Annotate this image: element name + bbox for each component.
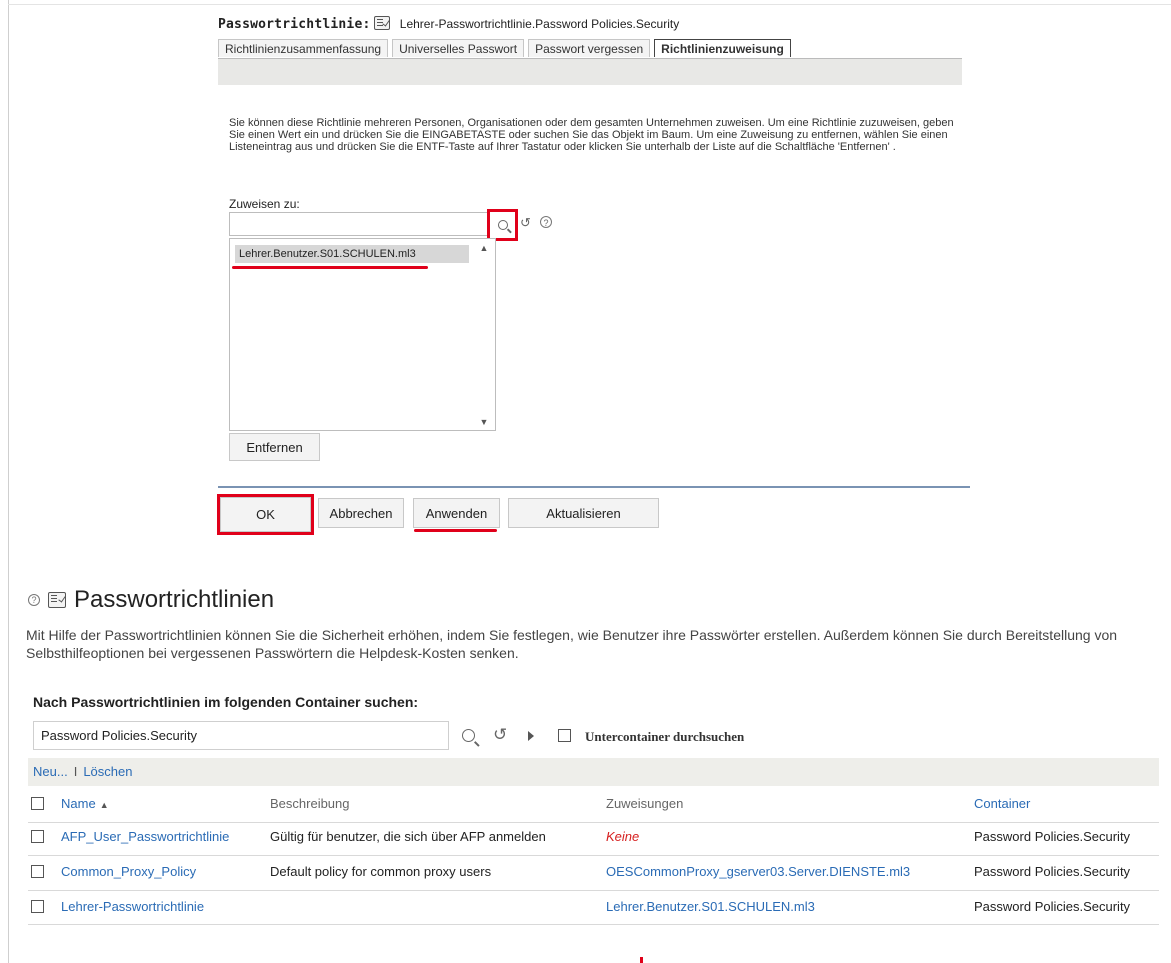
highlight-box-ok	[217, 494, 314, 535]
policy-icon	[48, 592, 66, 608]
delete-link[interactable]: Löschen	[83, 764, 132, 779]
highlight-underline-list-item	[232, 266, 428, 269]
history-icon[interactable]: ↺	[520, 215, 531, 231]
row-name-link[interactable]: Common_Proxy_Policy	[61, 864, 196, 879]
assign-to-label: Zuweisen zu:	[229, 197, 300, 211]
dialog-divider	[218, 486, 970, 488]
assignment-description: Sie können diese Richtlinie mehreren Per…	[229, 117, 954, 153]
dialog-object-name: Lehrer-Passwortrichtlinie.Password Polic…	[399, 17, 680, 31]
dialog-title-label: Passwortrichtlinie:	[218, 17, 371, 32]
row-checkbox[interactable]	[31, 830, 44, 843]
remove-button[interactable]: Entfernen	[229, 433, 320, 461]
container-search-label: Nach Passwortrichtlinien im folgenden Co…	[33, 694, 419, 710]
row-container: Password Policies.Security	[974, 829, 1131, 844]
row-checkbox[interactable]	[31, 865, 44, 878]
assign-to-input[interactable]	[229, 212, 488, 236]
search-icon	[497, 220, 508, 230]
play-icon[interactable]	[528, 731, 534, 741]
column-header-name[interactable]: Name ▲	[61, 796, 109, 811]
scroll-up-icon[interactable]: ▲	[479, 243, 489, 253]
subcontainer-checkbox[interactable]	[558, 729, 571, 742]
column-header-description: Beschreibung	[270, 796, 350, 811]
page-title-text: Passwortrichtlinien	[74, 586, 275, 613]
dialog-tabs: Richtlinienzusammenfassung Universelles …	[218, 39, 795, 59]
dialog-title: Passwortrichtlinie: Lehrer-Passwortricht…	[218, 16, 679, 32]
frame-border-left	[8, 0, 9, 963]
row-divider	[28, 822, 1159, 823]
subcontainer-label: Untercontainer durchsuchen	[585, 729, 745, 744]
tab-passwort-vergessen[interactable]: Passwort vergessen	[528, 39, 651, 57]
row-assignments-link[interactable]: OESCommonProxy_gserver03.Server.DIENSTE.…	[606, 864, 910, 879]
container-search-button[interactable]	[462, 729, 475, 747]
row-description: Gültig für benutzer, die sich über AFP a…	[270, 829, 546, 844]
annotation-mark	[640, 957, 643, 963]
help-icon[interactable]: ?	[540, 216, 552, 228]
policy-icon	[374, 16, 391, 30]
tab-richtlinienzusammenfassung[interactable]: Richtlinienzusammenfassung	[218, 39, 389, 57]
row-name-link[interactable]: AFP_User_Passwortrichtlinie	[61, 829, 229, 844]
row-container: Password Policies.Security	[974, 899, 1131, 914]
new-link[interactable]: Neu...	[33, 764, 68, 779]
row-name-link[interactable]: Lehrer-Passwortrichtlinie	[61, 899, 204, 914]
frame-border-top	[8, 4, 1171, 5]
help-icon[interactable]: ?	[28, 594, 40, 606]
row-description: Default policy for common proxy users	[270, 864, 492, 879]
sort-ascending-icon: ▲	[99, 800, 109, 810]
action-bar: Neu... I Löschen	[28, 758, 1159, 786]
column-header-assignments: Zuweisungen	[606, 796, 684, 811]
row-divider	[28, 890, 1159, 891]
column-header-container[interactable]: Container	[974, 796, 1030, 811]
select-all-checkbox[interactable]	[31, 797, 44, 810]
row-assignments: Keine	[606, 829, 640, 844]
list-item[interactable]: Lehrer.Benutzer.S01.SCHULEN.ml3	[235, 245, 469, 263]
apply-button[interactable]: Anwenden	[413, 498, 500, 528]
container-input[interactable]: Password Policies.Security	[33, 721, 449, 750]
column-header-name-label: Name	[61, 796, 96, 811]
row-checkbox[interactable]	[31, 900, 44, 913]
assign-search-button[interactable]	[487, 209, 518, 241]
tab-toolbar	[218, 58, 962, 85]
page-title: ? Passwortrichtlinien	[28, 586, 274, 614]
tab-richtlinienzuweisung[interactable]: Richtlinienzuweisung	[654, 39, 791, 57]
scroll-down-icon[interactable]: ▼	[479, 417, 489, 427]
page-intro: Mit Hilfe der Passwortrichtlinien können…	[26, 627, 1118, 661]
highlight-underline-apply	[414, 529, 497, 532]
row-container: Password Policies.Security	[974, 864, 1131, 879]
tab-universelles-passwort[interactable]: Universelles Passwort	[392, 39, 525, 57]
row-divider	[28, 855, 1159, 856]
row-assignments-link[interactable]: Lehrer.Benutzer.S01.SCHULEN.ml3	[606, 899, 815, 914]
action-separator: I	[73, 764, 78, 779]
refresh-button[interactable]: Aktualisieren	[508, 498, 659, 528]
search-icon	[462, 729, 475, 742]
cancel-button[interactable]: Abbrechen	[318, 498, 404, 528]
history-icon[interactable]: ↺	[493, 725, 507, 745]
row-divider	[28, 924, 1159, 925]
